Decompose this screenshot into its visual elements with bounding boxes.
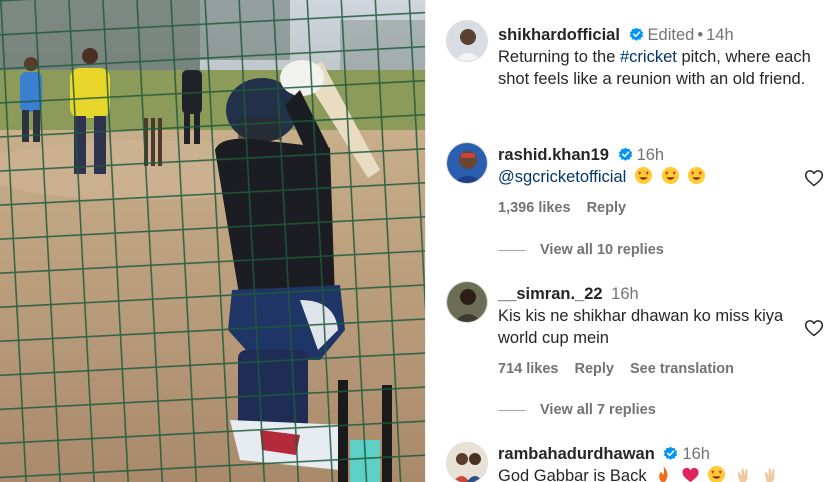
reply-button[interactable]: Reply [574,361,614,377]
comment-text: God Gabbar is Back [498,467,647,482]
comment-username[interactable]: rambahadurdhawan [498,445,655,463]
view-replies-button[interactable]: View all 10 replies [498,242,664,258]
see-translation-button[interactable]: See translation [630,361,734,377]
commenter-avatar[interactable] [446,442,488,482]
comment-username[interactable]: __simran._22 [498,285,603,303]
verified-badge-icon [664,446,678,460]
heart-eyes-emoji-icon [661,166,679,185]
heart-eyes-emoji-icon [708,465,726,482]
view-replies-label: View all 7 replies [540,402,656,418]
edited-label: Edited [647,26,695,44]
view-replies-button[interactable]: View all 7 replies [498,402,656,418]
comment-time[interactable]: 16h [611,285,639,303]
comment-item: __simran._22 16h Kis kis ne shikhar dhaw… [446,281,840,421]
comment-likes-count[interactable]: 1,396 likes [498,200,571,216]
comment-actions: 714 likes Reply See translation [498,361,750,377]
comment-likes-count[interactable]: 714 likes [498,361,558,377]
author-avatar[interactable] [446,20,488,62]
heart-emoji-icon [682,467,699,482]
view-replies-label: View all 10 replies [540,242,664,258]
fire-emoji-icon [659,465,668,482]
comment-time[interactable]: 16h [682,445,710,463]
comment-actions: 1,396 likes Reply [498,200,642,216]
comments-panel[interactable]: shikhardofficial Edited • 14h Returning to… [425,0,840,482]
heart-eyes-emoji-icon [688,166,706,185]
hashtag-link[interactable]: #cricket [620,48,677,66]
caption-text-start: Returning to the [498,48,620,66]
post-image [0,0,425,482]
heart-eyes-emoji-icon [634,166,652,185]
like-comment-heart-icon[interactable] [804,318,824,338]
verified-badge-icon [618,147,632,161]
author-username[interactable]: shikhardofficial [498,26,620,44]
mention-link[interactable]: @sgcricketofficial [498,168,626,186]
commenter-avatar[interactable] [446,281,488,323]
comment-item: rashid.khan19 16h @sgcricketofficial 1,3… [446,142,840,272]
like-comment-heart-icon[interactable] [804,168,824,188]
comment-username[interactable]: rashid.khan19 [498,146,609,164]
reply-button[interactable]: Reply [587,200,627,216]
replies-divider-line [498,249,526,251]
commenter-avatar[interactable] [446,142,488,184]
verified-badge-icon [629,27,643,41]
post-caption: shikhardofficial Edited • 14h Returning to… [446,20,840,120]
clap-emoji-icon [737,468,748,482]
meta-separator: • [697,26,704,44]
comment-text: Kis kis ne shikhar dhawan ko miss kiya w… [498,307,784,347]
comment-time[interactable]: 16h [637,146,665,164]
comment-item: rambahadurdhawan 16h God Gabbar is Back [446,442,840,482]
post-time[interactable]: 14h [706,26,734,44]
clap-emoji-icon [764,468,774,482]
post-media[interactable] [0,0,425,482]
replies-divider-line [498,409,526,411]
